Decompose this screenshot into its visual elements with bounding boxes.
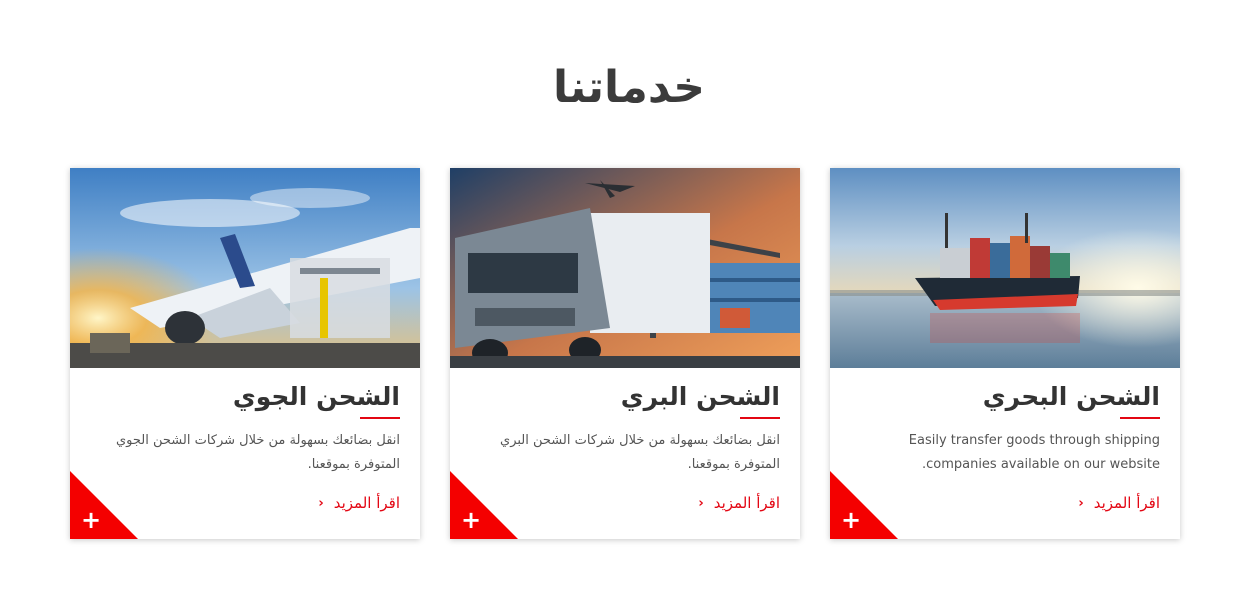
plus-icon[interactable]: + <box>81 508 101 532</box>
card-title: الشحن البحري <box>982 382 1160 411</box>
service-card-land: الشحن البري انقل بضائعك بسهولة من خلال ش… <box>450 168 800 539</box>
read-more-link[interactable]: اقرأ المزيد ‹ <box>1078 494 1160 512</box>
card-description: انقل بضائعك بسهولة من خلال شركات الشحن ا… <box>500 433 780 472</box>
read-more-label: اقرأ المزيد <box>713 494 780 512</box>
card-description: انقل بضائعك بسهولة من خلال شركات الشحن ا… <box>116 433 400 472</box>
title-underline <box>360 417 400 419</box>
service-card-air: الشحن الجوي انقل بضائعك بسهولة من خلال ش… <box>70 168 420 539</box>
read-more-link[interactable]: اقرأ المزيد ‹ <box>698 494 780 512</box>
read-more-label: اقرأ المزيد <box>1093 494 1160 512</box>
card-title: الشحن الجوي <box>232 382 400 411</box>
title-underline <box>740 417 780 419</box>
truck-containers-image <box>450 168 800 368</box>
cargo-ship-image <box>830 168 1180 368</box>
chevron-left-icon: ‹ <box>318 495 324 511</box>
service-card-sea: الشحن البحري Easily transfer goods throu… <box>830 168 1180 539</box>
card-description: Easily transfer goods through shipping c… <box>908 433 1160 472</box>
chevron-left-icon: ‹ <box>698 495 704 511</box>
read-more-link[interactable]: اقرأ المزيد ‹ <box>318 494 400 512</box>
plus-icon[interactable]: + <box>461 508 481 532</box>
read-more-label: اقرأ المزيد <box>333 494 400 512</box>
airplane-loading-image <box>70 168 420 368</box>
title-underline <box>1120 417 1160 419</box>
card-title: الشحن البري <box>620 382 780 411</box>
plus-icon[interactable]: + <box>841 508 861 532</box>
chevron-left-icon: ‹ <box>1078 495 1084 511</box>
section-title: خدماتنا <box>553 62 705 113</box>
